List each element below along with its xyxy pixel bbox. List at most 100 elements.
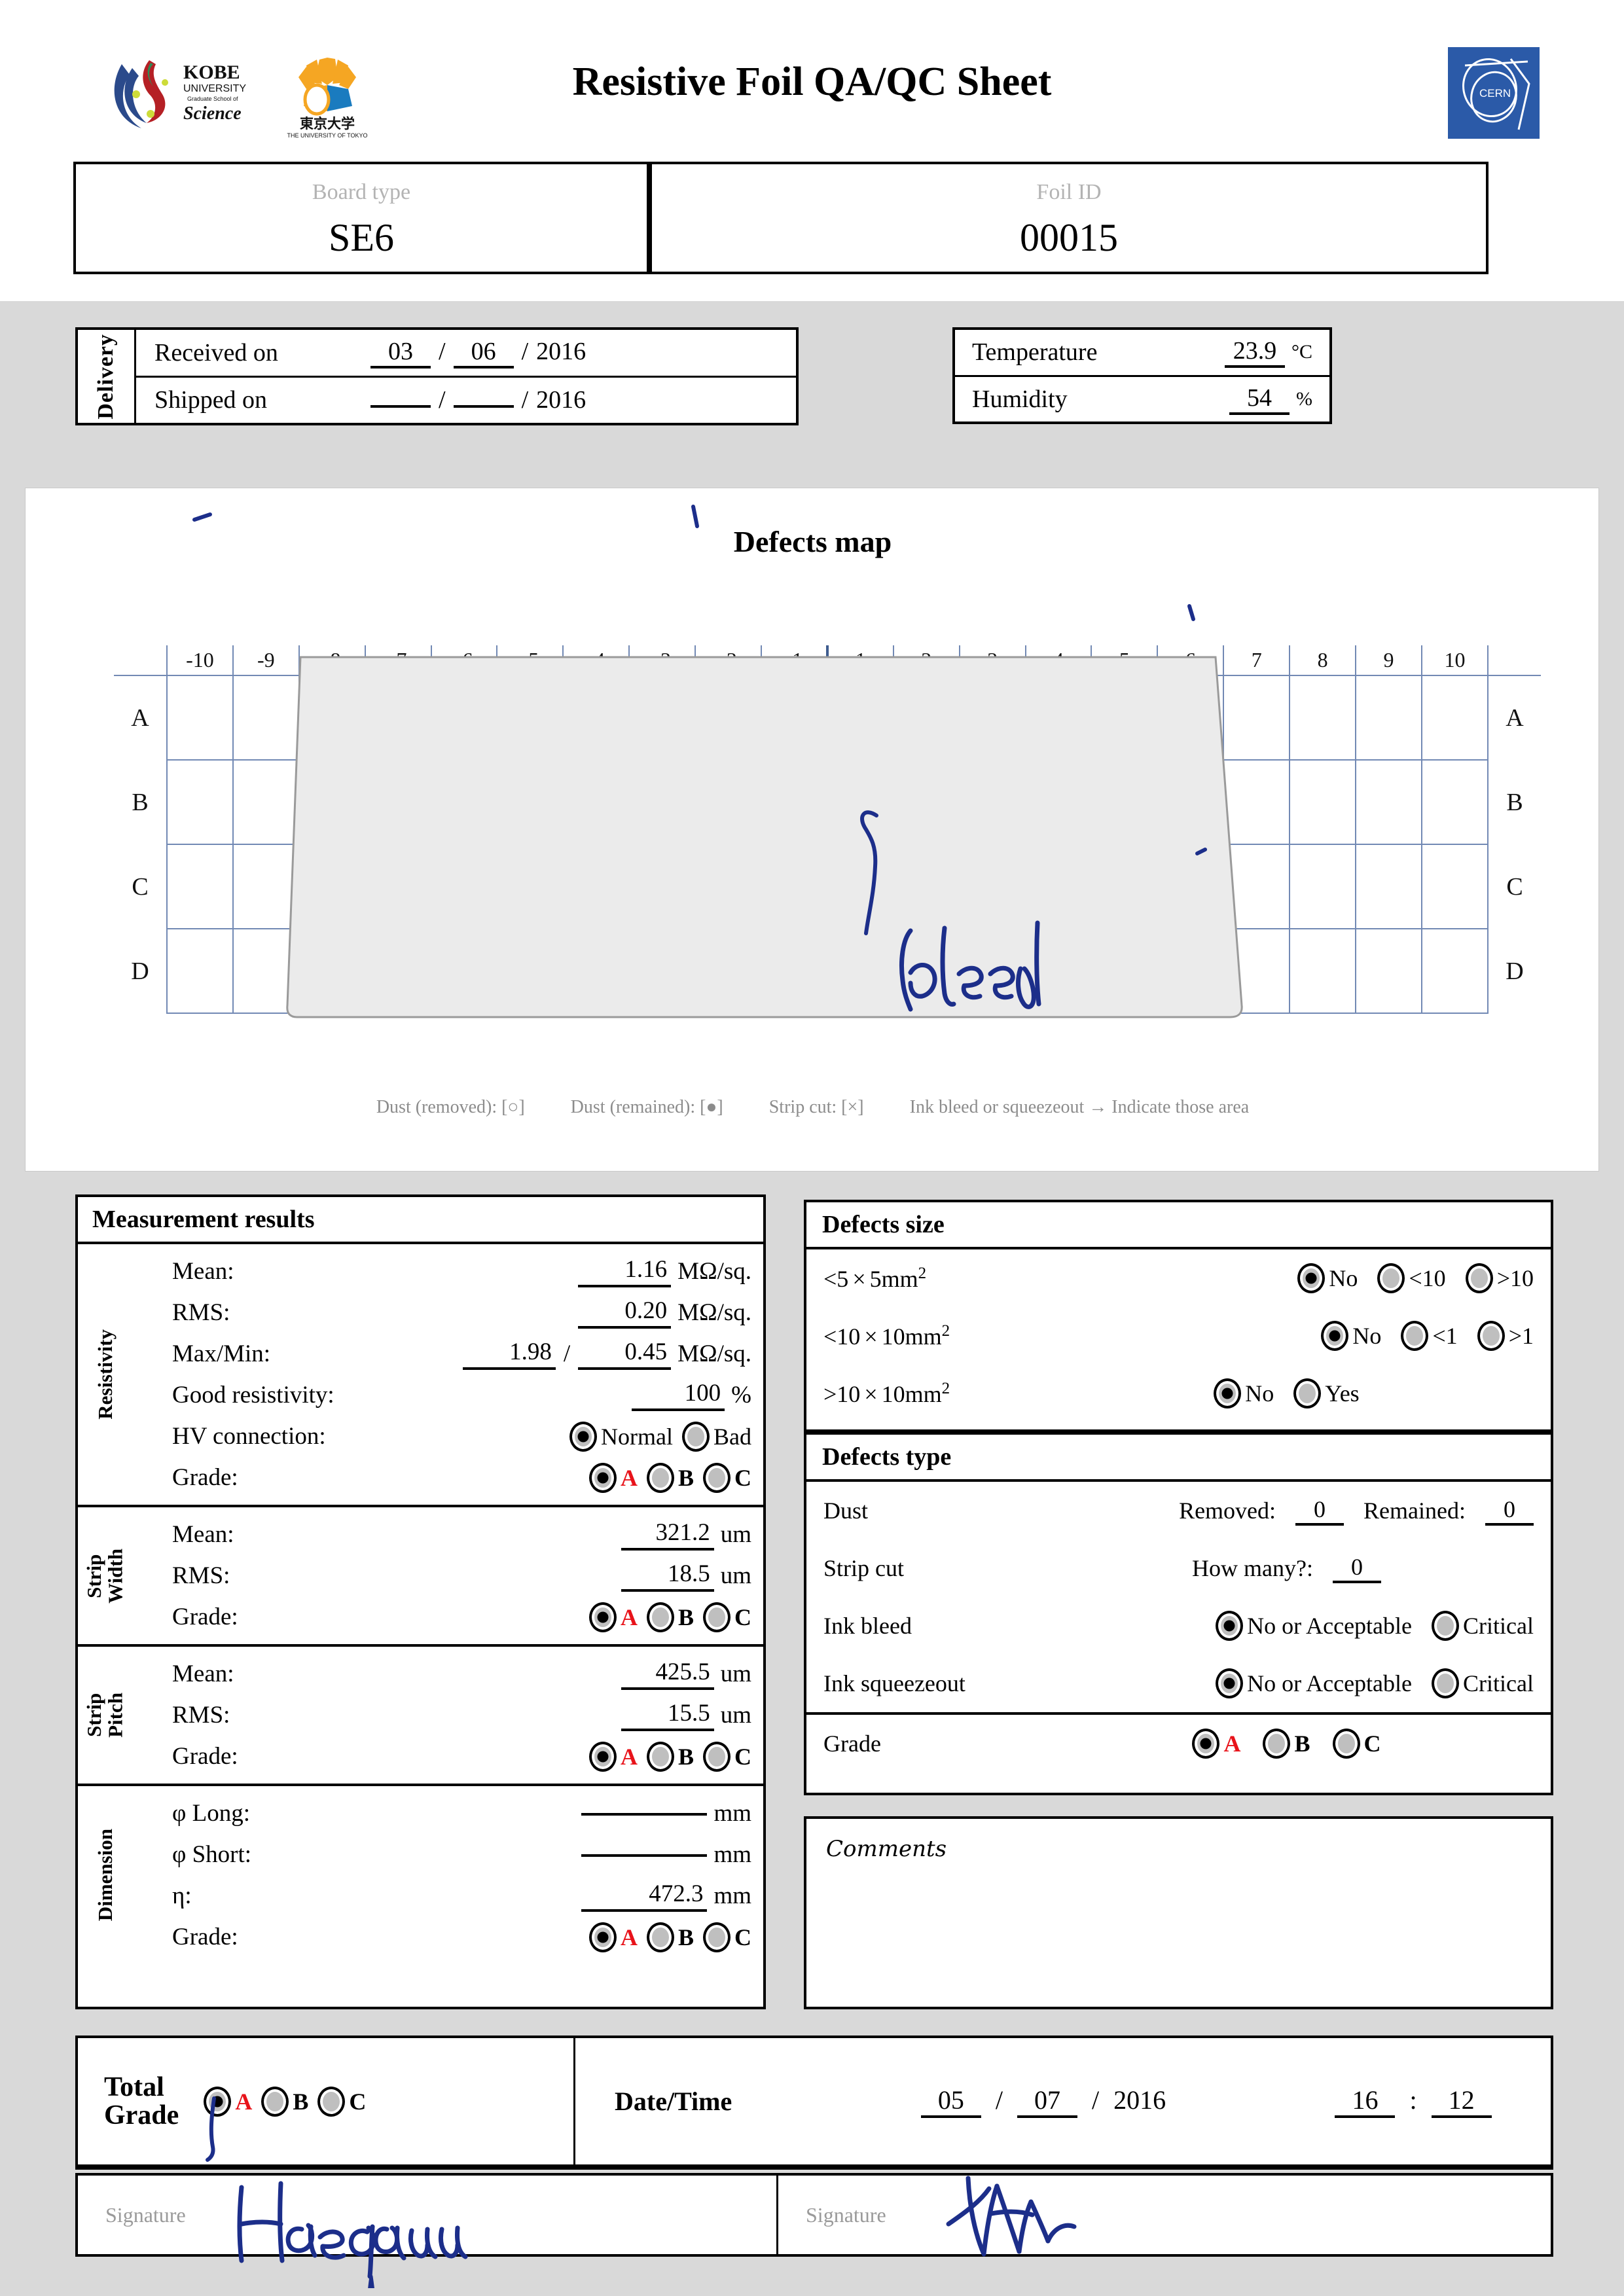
grid-cell[interactable]: [1024, 759, 1092, 845]
received-month-field[interactable]: 06: [453, 337, 514, 368]
dimension-grade-a[interactable]: A: [588, 1922, 638, 1952]
strip-width-grade-radios[interactable]: A B C: [588, 1602, 751, 1632]
defects-size-gt10x10-radios[interactable]: No Yes: [1039, 1378, 1534, 1408]
grid-cell[interactable]: [430, 844, 498, 929]
radio-icon-size-5x5-lt10[interactable]: [1377, 1263, 1405, 1293]
strip-width-grade-a[interactable]: A: [588, 1602, 638, 1632]
grid-cell[interactable]: [562, 759, 630, 845]
grid-cell[interactable]: [958, 928, 1026, 1014]
grid-cell[interactable]: [232, 844, 300, 929]
resistivity-mean-field[interactable]: 1.16: [578, 1255, 672, 1287]
radio-icon-defects-type-grade-c[interactable]: [1332, 1729, 1360, 1759]
radio-icon-defects-type-grade-b[interactable]: [1263, 1729, 1291, 1759]
grid-cell[interactable]: [562, 928, 630, 1014]
radio-icon-strip-width-grade-a[interactable]: [588, 1602, 617, 1632]
grid-cell[interactable]: [1289, 759, 1357, 845]
ink-bleed-radios[interactable]: No or Acceptable Critical: [1039, 1611, 1534, 1641]
grid-cell[interactable]: [958, 759, 1026, 845]
size-10x10-option-lt1[interactable]: <1: [1401, 1321, 1458, 1351]
grid-cell[interactable]: [1024, 928, 1092, 1014]
size-10x10-option-no[interactable]: No: [1321, 1321, 1381, 1351]
radio-icon-ink-squeezeout-ok[interactable]: [1216, 1668, 1244, 1698]
dust-remained-field[interactable]: 0: [1485, 1496, 1534, 1526]
dimension-grade-b[interactable]: B: [646, 1922, 694, 1952]
size-10x10-option-gt1[interactable]: >1: [1477, 1321, 1534, 1351]
strip-pitch-grade-radios[interactable]: A B C: [588, 1741, 751, 1772]
footer-time-minute-field[interactable]: 12: [1431, 2085, 1492, 2118]
grid-cell[interactable]: [695, 675, 763, 761]
defects-type-grade-c[interactable]: C: [1332, 1729, 1381, 1759]
grid-cell[interactable]: [166, 928, 234, 1014]
resistivity-grade-a[interactable]: A: [588, 1462, 638, 1493]
grid-cell[interactable]: [232, 675, 300, 761]
grid-cell[interactable]: [1024, 675, 1092, 761]
radio-icon-ink-squeezeout-critical[interactable]: [1432, 1668, 1460, 1698]
radio-icon-strip-width-grade-c[interactable]: [703, 1602, 731, 1632]
defects-map-grid[interactable]: -10 -9 -8 -7 -6 -5 -4 -3 -2 -1 1 2 3 4 5 6 7 8 9 10 A A B B C C D D: [114, 645, 1541, 1014]
grid-cell[interactable]: [761, 675, 828, 761]
ink-bleed-option-ok[interactable]: No or Acceptable: [1216, 1611, 1412, 1641]
radio-icon-resistivity-grade-a[interactable]: [588, 1462, 617, 1493]
total-grade-radios[interactable]: A B C: [204, 2086, 366, 2162]
grid-cell[interactable]: [892, 928, 960, 1014]
grid-cell[interactable]: [825, 759, 894, 845]
radio-icon-size-gt10-yes[interactable]: [1293, 1378, 1322, 1408]
grid-cell[interactable]: [298, 928, 366, 1014]
grid-cell[interactable]: [166, 675, 234, 761]
signature-cell-right[interactable]: Signature: [778, 2176, 1551, 2257]
grid-cell[interactable]: [232, 928, 300, 1014]
hv-option-normal[interactable]: Normal: [569, 1421, 673, 1452]
ink-bleed-option-critical[interactable]: Critical: [1432, 1611, 1534, 1641]
defects-type-grade-radios[interactable]: A B C: [1039, 1729, 1534, 1759]
shipped-day-field[interactable]: [370, 405, 431, 408]
radio-icon-ink-bleed-critical[interactable]: [1432, 1611, 1460, 1641]
grid-cell[interactable]: [1157, 844, 1225, 929]
temperature-field[interactable]: 23.9: [1224, 336, 1285, 368]
radio-icon-dimension-grade-b[interactable]: [646, 1922, 674, 1952]
strip-pitch-grade-c[interactable]: C: [703, 1741, 751, 1772]
grid-cell[interactable]: [364, 844, 432, 929]
size-gt10-option-yes[interactable]: Yes: [1293, 1378, 1360, 1408]
strip-width-mean-field[interactable]: 321.2: [621, 1518, 714, 1551]
radio-icon-hv-normal[interactable]: [569, 1421, 598, 1452]
grid-cell[interactable]: [1420, 675, 1489, 761]
size-5x5-option-lt10[interactable]: <10: [1377, 1263, 1446, 1293]
radio-icon-total-grade-c[interactable]: [317, 2086, 346, 2117]
grid-cell[interactable]: [1223, 675, 1291, 761]
radio-icon-size-10x10-lt1[interactable]: [1401, 1321, 1429, 1351]
radio-icon-hv-bad[interactable]: [682, 1421, 710, 1452]
strip-pitch-grade-b[interactable]: B: [646, 1741, 694, 1772]
resistivity-grade-b[interactable]: B: [646, 1462, 694, 1493]
defects-type-grade-b[interactable]: B: [1263, 1729, 1310, 1759]
grid-cell[interactable]: [825, 675, 894, 761]
strip-pitch-grade-a[interactable]: A: [588, 1741, 638, 1772]
footer-date-month-field[interactable]: 07: [1017, 2085, 1077, 2118]
radio-icon-size-10x10-no[interactable]: [1321, 1321, 1349, 1351]
grid-cell[interactable]: [364, 759, 432, 845]
radio-icon-dimension-grade-c[interactable]: [703, 1922, 731, 1952]
dimension-grade-c[interactable]: C: [703, 1922, 751, 1952]
radio-icon-strip-pitch-grade-b[interactable]: [646, 1741, 674, 1772]
total-grade-a[interactable]: A: [204, 2086, 252, 2117]
grid-cell[interactable]: [761, 928, 828, 1014]
grid-cell[interactable]: [1157, 759, 1225, 845]
radio-icon-strip-width-grade-b[interactable]: [646, 1602, 674, 1632]
grid-cell[interactable]: [1355, 844, 1422, 929]
grid-cell[interactable]: [1420, 844, 1489, 929]
grid-cell[interactable]: [496, 844, 564, 929]
grid-cell[interactable]: [364, 675, 432, 761]
comments-box[interactable]: Comments: [804, 1816, 1553, 2009]
radio-icon-dimension-grade-a[interactable]: [588, 1922, 617, 1952]
grid-cell[interactable]: [298, 844, 366, 929]
footer-date-day-field[interactable]: 05: [920, 2085, 981, 2118]
strip-pitch-mean-field[interactable]: 425.5: [621, 1658, 714, 1690]
grid-cell[interactable]: [496, 928, 564, 1014]
grid-cell[interactable]: [892, 759, 960, 845]
defects-type-grade-a[interactable]: A: [1192, 1729, 1240, 1759]
grid-cell[interactable]: [1223, 759, 1291, 845]
grid-cell[interactable]: [1091, 675, 1159, 761]
grid-cell[interactable]: [430, 759, 498, 845]
radio-icon-size-5x5-no[interactable]: [1297, 1263, 1326, 1293]
strip-width-grade-c[interactable]: C: [703, 1602, 751, 1632]
strip-width-grade-b[interactable]: B: [646, 1602, 694, 1632]
